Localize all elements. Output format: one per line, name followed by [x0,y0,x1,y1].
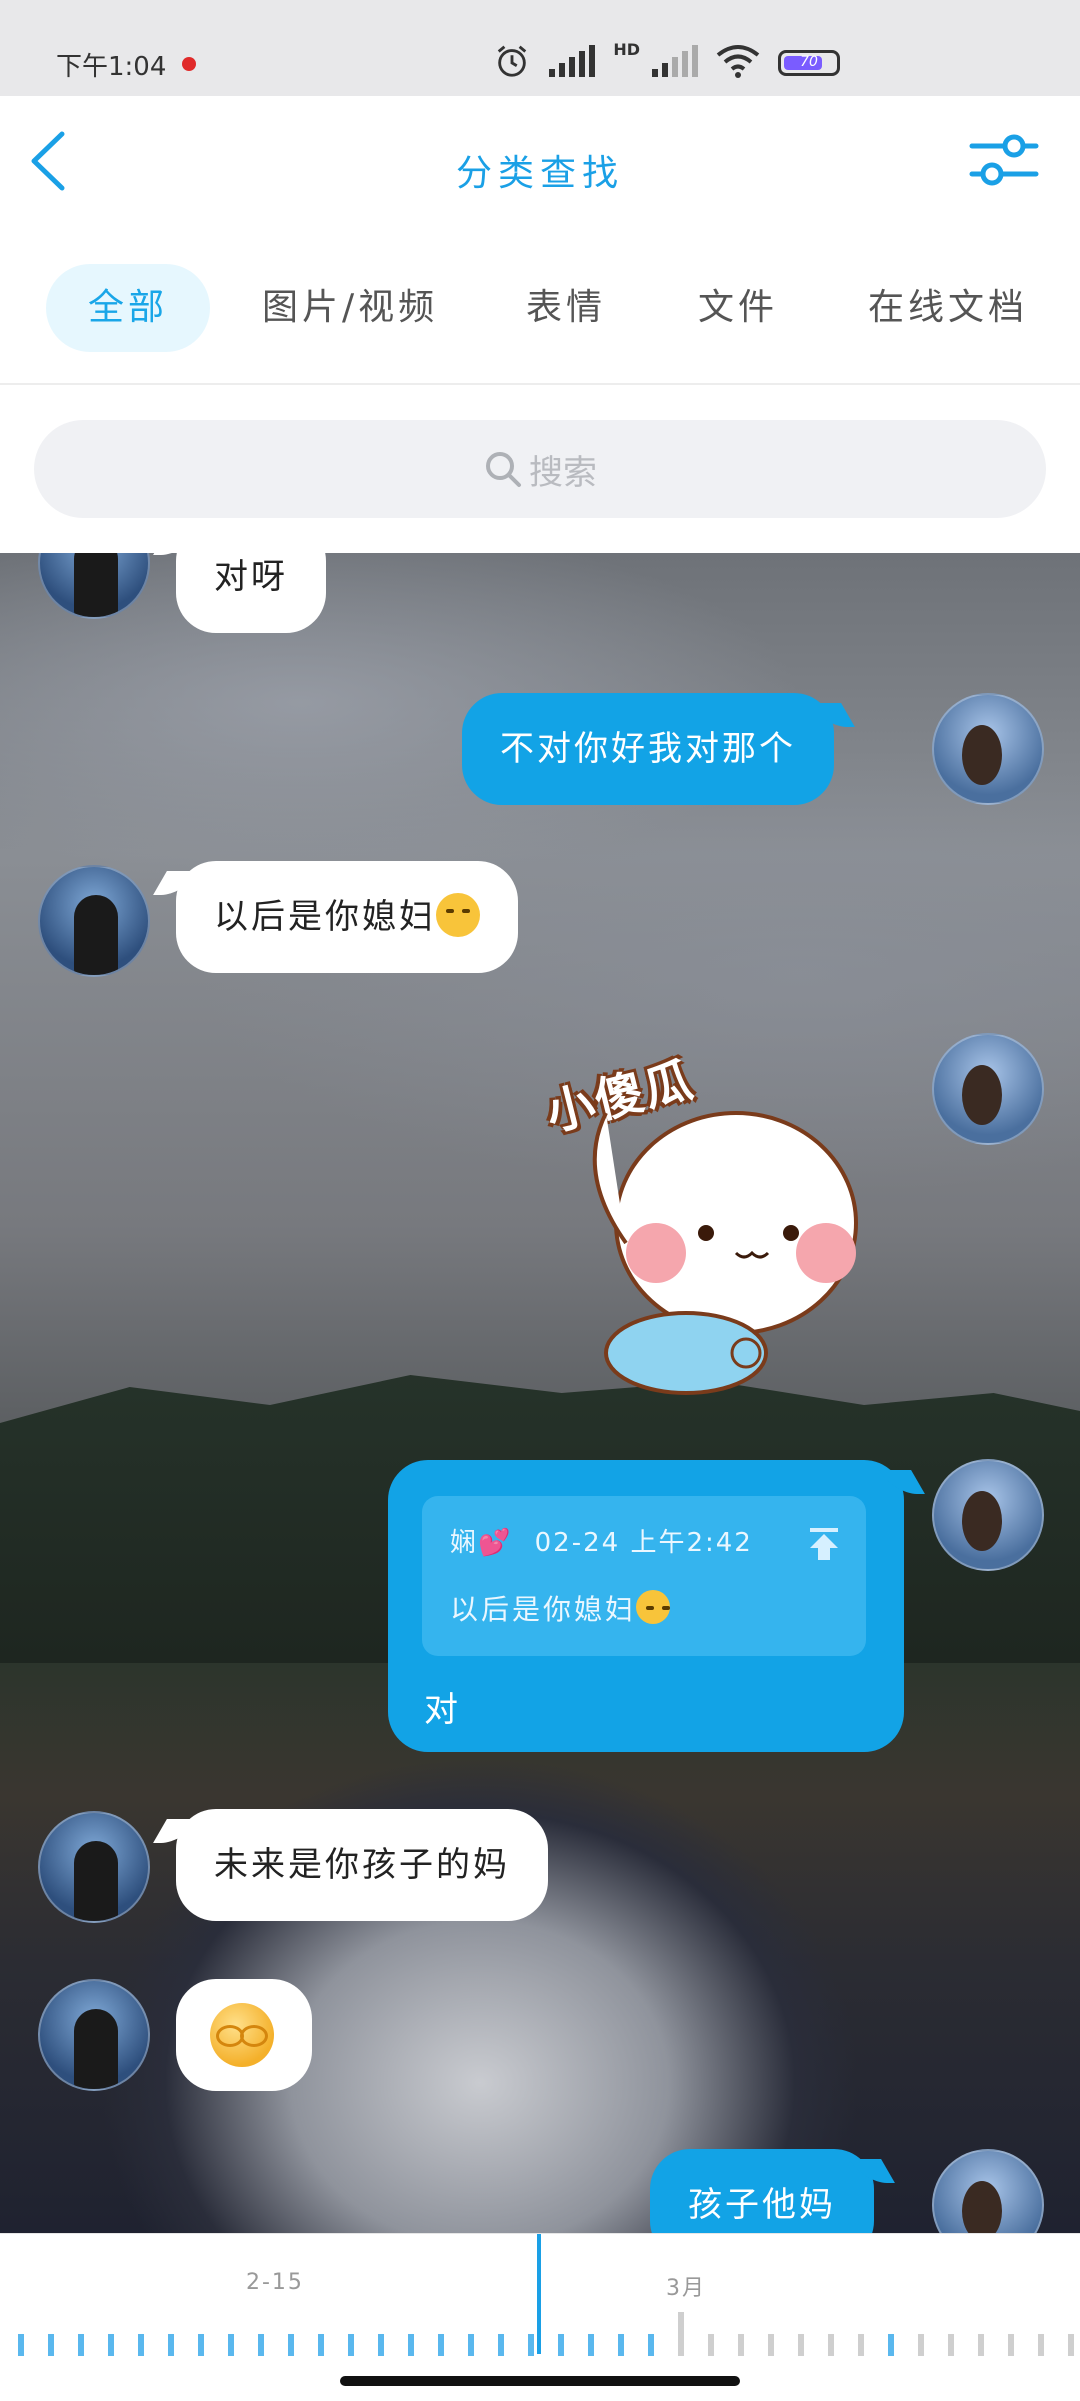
timeline-tick [288,2334,294,2356]
avatar[interactable] [38,1811,150,1923]
alarm-icon [498,45,527,77]
message-bubble[interactable]: 孩子他妈 [650,2149,874,2233]
battery-icon: 70 [778,50,840,76]
signal-icon [549,44,596,77]
smirk-emoji-icon [636,1590,671,1624]
message-text: 不对你好我对那个 [500,729,796,769]
date-timeline[interactable]: 2-15 3月 [0,2233,1080,2401]
timeline-ticks [0,2312,1080,2356]
message-bubble[interactable]: 未来是你孩子的妈 [176,1809,548,1921]
status-icons: HD [493,40,760,81]
timeline-tick [888,2334,894,2356]
avatar[interactable] [932,1033,1044,1145]
timeline-tick [858,2334,864,2356]
quoted-message[interactable]: 娴💕 02-24 上午2:42 以后是你媳妇 [422,1496,866,1656]
page-title: 分类查找 [455,153,624,194]
smirk-emoji-icon [436,892,480,937]
quote-reply-bubble[interactable]: 娴💕 02-24 上午2:42 以后是你媳妇 对 [388,1460,904,1752]
message-bubble[interactable]: 以后是你媳妇 [176,861,518,973]
search-area: 搜索 [0,385,1080,553]
tab-all[interactable]: 全部 [46,264,210,352]
timeline-tick [528,2334,534,2356]
timeline-tick [408,2334,414,2356]
message-bubble[interactable]: 不对你好我对那个 [462,693,834,805]
timeline-tick [48,2334,54,2356]
timeline-tick [108,2334,114,2356]
battery-level: 70 [800,54,818,70]
timeline-tick [1068,2334,1074,2356]
timeline-label: 2-15 [246,2270,304,2295]
message-text: 对呀 [214,557,288,597]
quote-text: 以后是你媳妇 [450,1588,671,1628]
sticker-image[interactable] [536,1053,896,1413]
timeline-tick [438,2334,444,2356]
tab-images-videos[interactable]: 图片/视频 [262,264,438,352]
message-text: 以后是你媳妇 [214,897,436,937]
category-tabs: 全部 图片/视频 表情 文件 在线文档 [0,231,1080,385]
tab-online-docs[interactable]: 在线文档 [868,264,1028,352]
timeline-label: 3月 [666,2276,706,2301]
signal-icon-2 [652,44,698,77]
timeline-tick [618,2334,624,2356]
timeline-tick [138,2334,144,2356]
timeline-tick [708,2334,714,2356]
quote-header: 娴💕 02-24 上午2:42 [450,1522,753,1559]
message-text: 孩子他妈 [688,2185,836,2225]
search-icon [486,452,521,487]
avatar[interactable] [932,1459,1044,1571]
search-placeholder: 搜索 [529,452,597,493]
tab-stickers[interactable]: 表情 [526,264,606,352]
chat-history[interactable]: 对呀 不对你好我对那个 以后是你媳妇 小傻瓜 娴💕 02-24 上午2:42 以… [0,553,1080,2233]
avatar[interactable] [38,553,150,619]
timeline-tick [198,2334,204,2356]
network-type: HD [613,40,640,59]
timeline-tick [468,2334,474,2356]
timeline-tick [648,2334,654,2356]
filter-settings-icon[interactable] [968,130,1040,190]
timeline-tick [1038,2334,1044,2356]
timeline-tick [768,2334,774,2356]
tab-files[interactable]: 文件 [698,264,778,352]
recording-dot-icon [182,57,196,71]
avatar[interactable] [38,865,150,977]
avatar[interactable] [38,1979,150,2091]
timeline-tick [1008,2334,1014,2356]
status-time: 下午1:04 [56,52,167,82]
timeline-tick [978,2334,984,2356]
scroll-to-top-icon[interactable] [804,1524,844,1564]
timeline-tick [678,2312,684,2356]
wifi-icon [716,44,760,78]
message-bubble[interactable]: 对呀 [176,553,326,633]
timeline-tick [78,2334,84,2356]
timeline-tick [168,2334,174,2356]
search-input[interactable]: 搜索 [34,420,1046,518]
timeline-tick [18,2334,24,2356]
timeline-tick [258,2334,264,2356]
timeline-tick [318,2334,324,2356]
quote-time: 02-24 上午2:42 [534,1528,753,1558]
timeline-tick [498,2334,504,2356]
message-text: 对 [424,1690,458,1730]
timeline-tick [558,2334,564,2356]
avatar[interactable] [932,693,1044,805]
timeline-tick [918,2334,924,2356]
peek-emoji-icon [210,2003,274,2067]
timeline-tick [588,2334,594,2356]
timeline-tick [828,2334,834,2356]
timeline-tick [738,2334,744,2356]
timeline-tick [378,2334,384,2356]
message-text: 未来是你孩子的妈 [214,1845,510,1885]
timeline-tick [228,2334,234,2356]
home-indicator[interactable] [340,2376,740,2386]
timeline-tick [348,2334,354,2356]
timeline-tick [948,2334,954,2356]
header: 分类查找 [0,96,1080,231]
quote-sender: 娴💕 [450,1528,513,1558]
timeline-tick [798,2334,804,2356]
status-bar: 下午1:04 HD 70 [0,0,1080,96]
emoji-message[interactable] [176,1979,312,2091]
